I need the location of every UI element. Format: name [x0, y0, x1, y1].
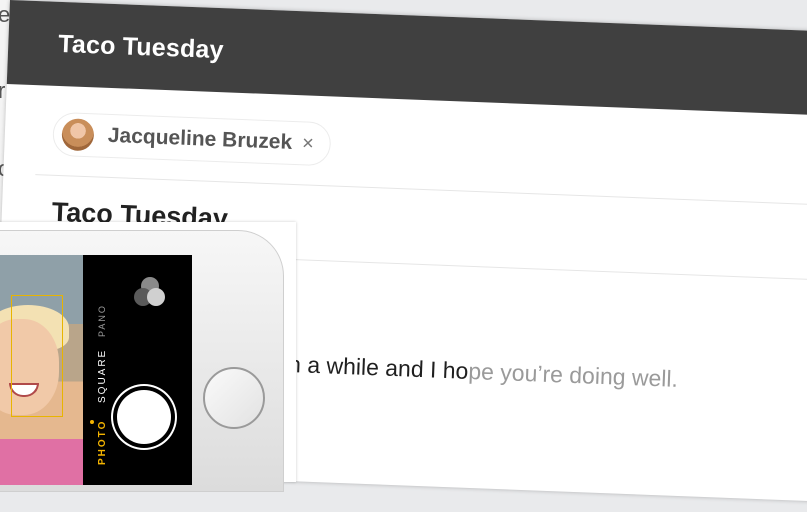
mode-indicator-dot — [90, 420, 94, 424]
phone-body: PANO SQUARE PHOTO — [0, 230, 284, 492]
avatar — [61, 118, 95, 152]
focus-box — [11, 295, 63, 417]
typed-text: n a while and I ho — [287, 350, 469, 384]
close-icon[interactable]: × — [302, 132, 315, 155]
filters-icon[interactable] — [132, 277, 168, 313]
compose-window-title: Taco Tuesday — [57, 29, 225, 65]
compose-titlebar: Taco Tuesday — [6, 0, 807, 116]
suggested-text: pe you’re doing well. — [467, 357, 679, 392]
recipient-chip[interactable]: Jacqueline Bruzek × — [52, 111, 332, 167]
mode-square[interactable]: SQUARE — [97, 349, 108, 403]
message-body[interactable]: n a while and I hope you’re doing well. — [288, 351, 679, 393]
mode-pano[interactable]: PANO — [97, 304, 107, 337]
recipient-name: Jacqueline Bruzek — [107, 123, 293, 154]
mode-photo[interactable]: PHOTO — [97, 420, 108, 465]
shutter-button[interactable] — [117, 390, 171, 444]
phone-overlay: PANO SQUARE PHOTO — [0, 222, 296, 492]
home-button[interactable] — [203, 367, 265, 429]
background-text-fragment: r — [0, 78, 6, 103]
